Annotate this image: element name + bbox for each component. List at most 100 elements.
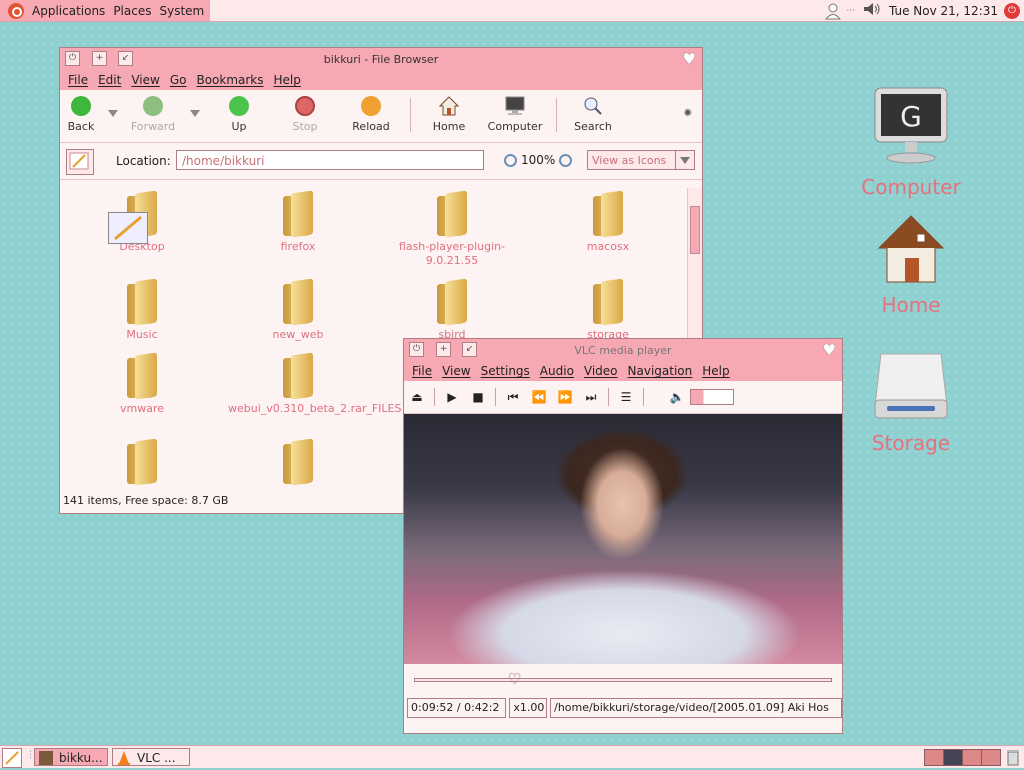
workspace-3[interactable] <box>962 749 982 766</box>
file-item[interactable] <box>228 438 368 488</box>
menu-file[interactable]: File <box>68 73 88 87</box>
seek-track[interactable] <box>414 678 832 682</box>
menu-view[interactable]: View <box>442 364 470 378</box>
close-heart-icon[interactable]: ♥ <box>683 50 696 68</box>
folder-icon <box>127 278 157 326</box>
places-menu[interactable]: Places <box>113 4 151 18</box>
desktop-overlay-icon <box>108 212 148 244</box>
scrollbar-thumb[interactable] <box>690 206 700 254</box>
seek-handle-heart-icon[interactable]: ♡ <box>508 670 521 688</box>
reload-button[interactable]: Reload <box>336 96 406 133</box>
zoom-level[interactable]: 100% <box>521 153 555 167</box>
stop-button[interactable]: Stop <box>270 96 340 133</box>
seek-bar[interactable]: ♡ <box>404 664 842 694</box>
desktop-icon-home[interactable]: Home <box>856 212 966 317</box>
file-browser-toolbar: Back Forward Up Stop Reload Home Compute… <box>60 90 702 143</box>
file-item[interactable]: firefox <box>228 190 368 254</box>
maximize-button[interactable]: + <box>436 342 451 357</box>
task-file-browser[interactable]: bikku... <box>34 748 108 766</box>
location-toggle-button[interactable] <box>66 149 94 175</box>
volume-slider[interactable] <box>690 389 734 405</box>
clock[interactable]: Tue Nov 21, 12:31 <box>889 4 998 18</box>
video-area[interactable] <box>404 414 842 664</box>
window-menu-button[interactable]: ⏻ <box>409 342 424 357</box>
computer-label: Computer <box>487 120 543 133</box>
file-item[interactable]: macosx <box>538 190 678 254</box>
menu-edit[interactable]: Edit <box>98 73 121 87</box>
system-menu[interactable]: System <box>159 4 204 18</box>
view-as-select[interactable]: View as Icons <box>587 150 695 170</box>
previous-icon[interactable]: ⏮ <box>500 390 526 405</box>
desktop-icon-label: Storage <box>871 431 951 455</box>
menu-navigation[interactable]: Navigation <box>628 364 693 378</box>
play-icon[interactable]: ▶ <box>439 390 465 404</box>
menu-help[interactable]: Help <box>274 73 301 87</box>
menu-settings[interactable]: Settings <box>481 364 530 378</box>
file-item[interactable]: flash-player-plugin-9.0.21.55 <box>382 190 522 268</box>
minimize-button[interactable]: ↙ <box>462 342 477 357</box>
close-heart-icon[interactable]: ♥ <box>823 341 836 359</box>
workspace-2[interactable] <box>943 749 963 766</box>
up-button[interactable]: Up <box>204 96 274 133</box>
playlist-icon[interactable]: ☰ <box>613 390 639 404</box>
menu-view[interactable]: View <box>131 73 159 87</box>
fast-forward-icon[interactable]: ⏩ <box>552 390 578 404</box>
trash-icon[interactable] <box>1006 748 1020 766</box>
file-item[interactable]: storage <box>538 278 678 342</box>
task-vlc[interactable]: VLC ... <box>112 748 190 766</box>
home-button[interactable]: Home <box>414 96 484 133</box>
search-button[interactable]: Search <box>558 96 628 133</box>
location-input[interactable]: /home/bikkuri <box>176 150 484 170</box>
eject-icon[interactable]: ⏏ <box>404 390 430 404</box>
maximize-button[interactable]: + <box>92 51 107 66</box>
reload-icon <box>361 96 381 116</box>
file-item[interactable]: vmware <box>72 352 212 416</box>
file-item[interactable] <box>72 438 212 488</box>
file-item[interactable]: new_web <box>228 278 368 342</box>
vlc-titlebar[interactable]: ⏻ + ↙ VLC media player ♥ <box>404 339 842 361</box>
file-item-label: flash-player-plugin-9.0.21.55 <box>398 240 506 267</box>
menu-audio[interactable]: Audio <box>540 364 574 378</box>
file-item[interactable]: Music <box>72 278 212 342</box>
applications-menu[interactable]: Applications <box>32 4 105 18</box>
forward-label: Forward <box>130 120 176 133</box>
workspace-1[interactable] <box>924 749 944 766</box>
back-button[interactable]: Back <box>46 96 116 133</box>
menu-help[interactable]: Help <box>702 364 729 378</box>
folder-icon <box>127 352 157 400</box>
menu-file[interactable]: File <box>412 364 432 378</box>
desktop-icon-storage[interactable]: Storage <box>856 350 966 455</box>
power-icon[interactable]: ⏻ <box>1004 2 1020 19</box>
file-item[interactable]: webui_v0.310_beta_2.rar_FILES <box>228 352 402 416</box>
forward-history-chevron-icon[interactable] <box>190 110 200 117</box>
desktop-icon-label: Computer <box>861 175 961 199</box>
desktop-icon-computer[interactable]: G Computer <box>856 86 966 199</box>
ubuntu-logo-icon[interactable] <box>8 2 24 19</box>
forward-button[interactable]: Forward <box>118 96 188 133</box>
toolbar-separator <box>556 98 557 132</box>
vlc-cone-icon <box>117 751 131 765</box>
time-display: 0:09:52 / 0:42:2 <box>407 698 507 718</box>
stop-icon[interactable]: ■ <box>465 390 491 404</box>
workspace-4[interactable] <box>981 749 1001 766</box>
show-desktop-icon[interactable] <box>2 748 22 768</box>
file-item[interactable]: sbird <box>382 278 522 342</box>
volume-icon[interactable]: 🔈 <box>664 390 690 404</box>
volume-icon[interactable] <box>863 2 881 19</box>
next-icon[interactable]: ⏭ <box>578 390 604 405</box>
computer-button[interactable]: Computer <box>480 96 550 133</box>
controls-separator <box>643 388 644 406</box>
window-menu-button[interactable]: ⏻ <box>65 51 80 66</box>
rewind-icon[interactable]: ⏪ <box>526 390 552 404</box>
zoom-out-icon[interactable] <box>504 153 517 167</box>
home-label: Home <box>432 120 466 133</box>
menu-bookmarks[interactable]: Bookmarks <box>196 73 263 87</box>
menu-go[interactable]: Go <box>170 73 187 87</box>
minimize-button[interactable]: ↙ <box>118 51 133 66</box>
menu-video[interactable]: Video <box>584 364 618 378</box>
reload-label: Reload <box>352 120 390 133</box>
zoom-in-icon[interactable] <box>559 153 573 167</box>
user-switcher-icon[interactable] <box>824 2 842 20</box>
back-history-chevron-icon[interactable] <box>108 110 118 117</box>
file-browser-titlebar[interactable]: ⏻ + ↙ bikkuri - File Browser ♥ <box>60 48 702 70</box>
